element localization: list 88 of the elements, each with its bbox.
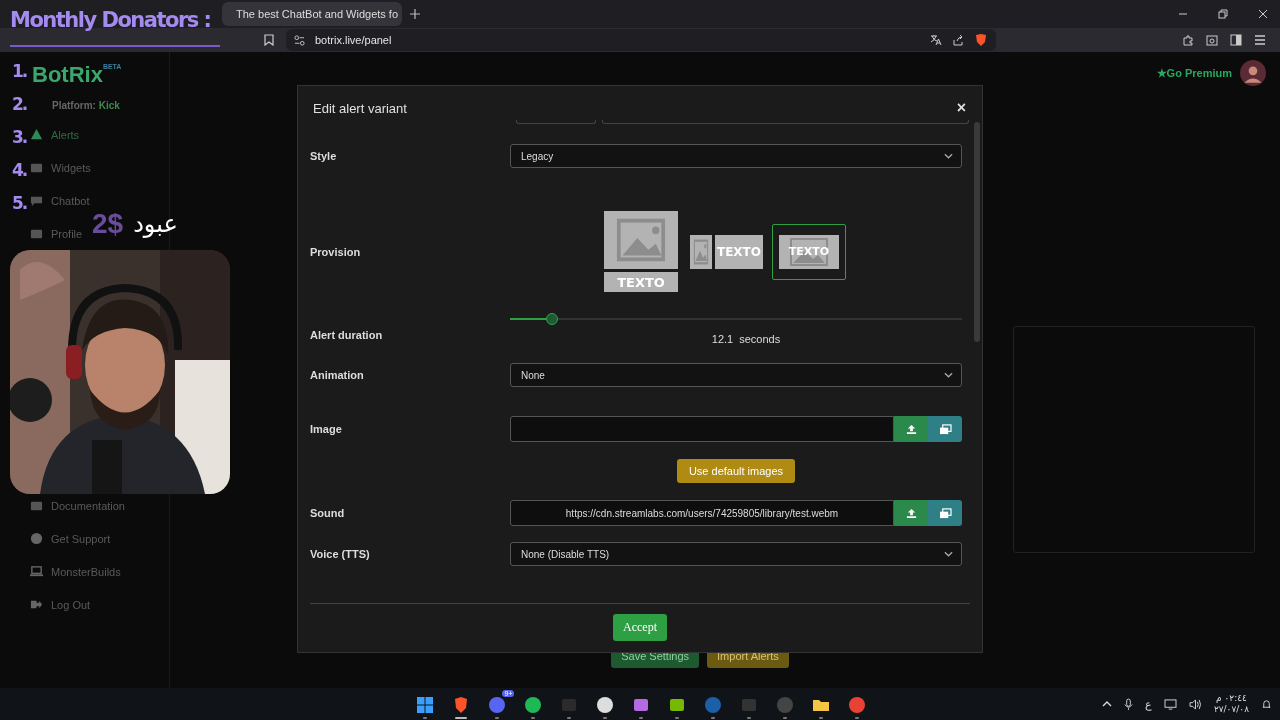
- upload-button[interactable]: [894, 416, 928, 442]
- platform-label: Platform: Kick: [52, 100, 121, 111]
- restore-icon[interactable]: [1218, 9, 1228, 19]
- bookmark-icon[interactable]: [264, 34, 274, 46]
- nav-item[interactable]: Documentation: [30, 499, 125, 512]
- taskbar-app-icon[interactable]: [523, 694, 544, 715]
- nav-item[interactable]: Profile: [30, 227, 83, 240]
- image-placeholder-icon: [604, 211, 678, 269]
- volume-icon[interactable]: [1188, 698, 1202, 710]
- clock-time[interactable]: ٠٢:٤٤ م: [1216, 693, 1247, 704]
- browser-tab[interactable]: The best ChatBot and Widgets fo: [222, 2, 402, 26]
- nav-item[interactable]: Alerts: [30, 128, 80, 141]
- texto-label: TEXTO: [715, 234, 763, 269]
- donor-name: عبود: [133, 210, 178, 238]
- nav-item[interactable]: Widgets: [30, 161, 91, 174]
- rank-number: 4.: [12, 159, 27, 182]
- botrix-logo[interactable]: BotRix: [32, 62, 103, 88]
- images-icon: [938, 423, 952, 435]
- dropdown[interactable]: None (Disable TTS): [510, 542, 962, 566]
- nav-item[interactable]: Chatbot: [30, 194, 90, 207]
- translate-icon[interactable]: [930, 34, 942, 46]
- dropdown[interactable]: Legacy: [510, 144, 962, 168]
- nav-item[interactable]: Log Out: [30, 598, 91, 611]
- chevron-icon: [944, 551, 953, 557]
- chevron-icon: [944, 372, 953, 378]
- donation-amount: 2$: [92, 208, 124, 240]
- upload-button[interactable]: [894, 500, 928, 526]
- microphone-icon[interactable]: [1123, 697, 1133, 711]
- sidebar-icon[interactable]: [1230, 34, 1242, 46]
- images-icon: [938, 507, 952, 519]
- field-label: Image: [310, 423, 343, 435]
- field-label: Provision: [310, 245, 362, 258]
- gallery-button[interactable]: [928, 416, 962, 442]
- texto-label: TEXTO: [788, 245, 830, 258]
- language-indicator[interactable]: ع: [1144, 697, 1152, 711]
- clock-date[interactable]: ٢٧/٠٧/٠٨: [1213, 704, 1249, 715]
- input-field[interactable]: https://cdn.streamlabs.com/users/74259805/library/test.webm: [510, 500, 894, 526]
- shield-icon[interactable]: [974, 33, 988, 47]
- field-label: Animation: [310, 369, 365, 381]
- logout-icon: [30, 598, 43, 611]
- dropdown[interactable]: None: [510, 363, 962, 387]
- default-images-button[interactable]: Use default images: [676, 459, 796, 483]
- slider-thumb[interactable]: [546, 313, 559, 325]
- duration-value: 12.1: [711, 333, 734, 345]
- input-field[interactable]: [510, 416, 894, 442]
- duration-unit: seconds: [739, 333, 781, 345]
- rank-number: 3.: [12, 126, 27, 149]
- layout-option[interactable]: TEXTO: [687, 231, 766, 272]
- menu-icon[interactable]: [1254, 34, 1266, 46]
- notification-icon[interactable]: [1261, 698, 1272, 710]
- rank-number: 5.: [12, 192, 27, 215]
- chevron-icon: [944, 153, 953, 159]
- extensions-icon[interactable]: [1182, 34, 1194, 46]
- network-icon[interactable]: [1163, 698, 1177, 710]
- chat-icon: [30, 194, 43, 207]
- tab-title: The best ChatBot and Widgets fo: [236, 8, 399, 20]
- site-settings-icon[interactable]: [294, 34, 305, 46]
- gallery-button[interactable]: [928, 500, 962, 526]
- new-tab-icon[interactable]: [410, 9, 420, 19]
- taskbar-app-icon[interactable]: [595, 694, 616, 715]
- premium-link[interactable]: ★Go Premium: [1156, 66, 1232, 80]
- texto-label: TEXTO: [604, 272, 678, 292]
- chevron-icon[interactable]: [1101, 701, 1112, 707]
- laptop-icon: [30, 565, 43, 578]
- taskbar-app-icon[interactable]: [415, 694, 436, 715]
- upload-icon: [905, 423, 917, 435]
- layout-option[interactable]: TEXTO: [772, 223, 846, 280]
- avatar-icon[interactable]: [1240, 60, 1266, 86]
- nav-item[interactable]: Get Support: [30, 532, 111, 545]
- image-placeholder-icon: [789, 236, 829, 267]
- field-label: Alert duration: [310, 329, 384, 341]
- field-label: Voice (TTS): [310, 548, 371, 560]
- close-button[interactable]: ×: [956, 100, 966, 116]
- field-label: Style: [310, 150, 338, 162]
- image-placeholder-icon: [690, 234, 712, 269]
- layout-option[interactable]: TEXTO: [601, 208, 681, 295]
- rank-number: 2.: [12, 93, 27, 116]
- share-icon[interactable]: [952, 34, 964, 46]
- field-label: Sound: [310, 507, 346, 519]
- nav-item[interactable]: MonsterBuilds: [30, 565, 121, 578]
- triangle-icon: [30, 128, 43, 141]
- upload-icon: [905, 507, 917, 519]
- overlay-title: Monthly Donators :: [10, 7, 211, 34]
- address-bar[interactable]: botrix.live/panel: [286, 29, 996, 51]
- rank-number: 1.: [12, 60, 27, 83]
- dialog-title: Edit alert variant: [313, 100, 407, 116]
- accept-button[interactable]: Accept: [613, 614, 667, 641]
- close-icon[interactable]: [1258, 9, 1268, 19]
